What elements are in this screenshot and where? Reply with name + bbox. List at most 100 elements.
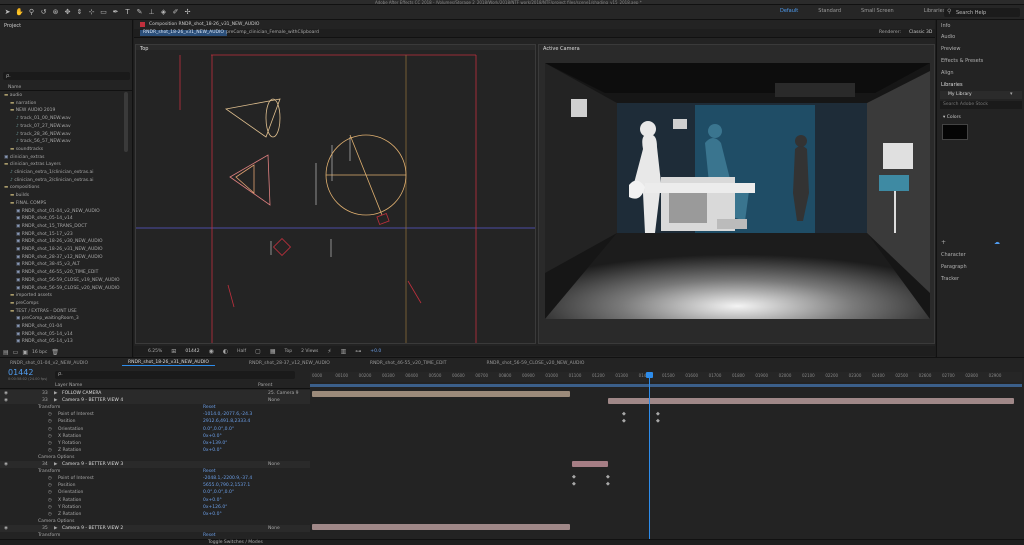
property-value[interactable]: 0x+0.0°	[203, 511, 222, 518]
resolution-dropdown[interactable]: Half	[237, 349, 246, 354]
visibility-eye-icon[interactable]: ◉	[4, 397, 8, 404]
property-value[interactable]: 0x+0.0°	[203, 447, 222, 454]
keyframe-icon[interactable]: ◆	[656, 418, 660, 424]
current-time-indicator[interactable]	[649, 372, 650, 540]
workspace-standard[interactable]: Standard	[818, 8, 841, 14]
visibility-eye-icon[interactable]: ◉	[4, 525, 8, 532]
layer-name[interactable]: Camera 9 - BETTER VIEW 3	[62, 461, 123, 468]
parent-dropdown[interactable]: 25. Camera 9	[268, 390, 299, 397]
project-item[interactable]: ▣ RNDR_shot_05-14_v14	[0, 331, 73, 338]
project-item[interactable]: ▣ RNDR_shot_01-04	[0, 323, 62, 330]
keyframe-icon[interactable]: ◆	[606, 474, 610, 480]
project-item[interactable]: ♪ track_56_57_NEW.wav	[0, 138, 71, 145]
playhead-handle[interactable]	[646, 372, 653, 378]
stopwatch-icon[interactable]: ◷	[48, 511, 52, 518]
safe-zones-icon[interactable]: ⊞	[171, 348, 176, 355]
renderer-value[interactable]: Classic 3D	[909, 30, 932, 36]
property-value[interactable]: 0.0°,0.0°,0.0°	[203, 426, 234, 433]
project-item[interactable]: ▣ RNDR_shot_56-59_CLOSE_v20_NEW_AUDIO	[0, 285, 120, 292]
zoom-tool-icon[interactable]: ⚲	[27, 8, 36, 17]
property-row[interactable]: X Rotation ◷ 0x+0.0°	[0, 497, 310, 504]
transparency-grid-icon[interactable]: ▦	[270, 348, 276, 355]
layer-name[interactable]: FOLLOW CAMERA	[62, 390, 101, 397]
views-layout-dropdown[interactable]: 2 Views	[301, 349, 318, 354]
region-of-interest-icon[interactable]: ▢	[255, 348, 261, 355]
keyframe-icon[interactable]: ◆	[622, 418, 626, 424]
project-item[interactable]: ▣ RNDR_shot_18-26_v31_NEW_AUDIO	[0, 246, 103, 253]
project-item[interactable]: ♪ track_07_27_NEW.wav	[0, 123, 71, 130]
stopwatch-icon[interactable]: ◷	[48, 440, 52, 447]
property-value[interactable]: 0.0°,0.0°,0.0°	[203, 489, 234, 496]
layer-name-header[interactable]: Layer Name	[55, 383, 82, 388]
property-row[interactable]: Point of Interest ◷ -1014.0,-2077.6,-24.3	[0, 411, 310, 418]
property-value[interactable]: 0x+0.0°	[203, 433, 222, 440]
3d-view-dropdown[interactable]: Top	[284, 349, 292, 354]
parent-dropdown[interactable]: None	[268, 397, 280, 404]
project-item[interactable]: ▣ RNDR_shot_15_TRANS_DOCT	[0, 223, 87, 230]
workspace-default[interactable]: Default	[780, 8, 798, 14]
layer-name[interactable]: Camera 9 - BETTER VIEW 2	[62, 525, 123, 532]
property-row[interactable]: Orientation ◷ 0.0°,0.0°,0.0°	[0, 489, 310, 496]
viewer-timecode[interactable]: 01442	[185, 349, 199, 354]
audio-panel-tab[interactable]: Audio	[941, 34, 955, 40]
new-folder-icon[interactable]: ▭	[13, 349, 19, 356]
property-row[interactable]: Position ◷ 5655.0,790.2,1537.1	[0, 482, 310, 489]
workspace-libraries[interactable]: Libraries	[924, 8, 946, 14]
keyframe-icon[interactable]: ◆	[622, 411, 626, 417]
new-comp-icon[interactable]: ▣	[22, 349, 28, 356]
paragraph-panel-tab[interactable]: Paragraph	[941, 264, 967, 270]
top-view-viewport[interactable]: Top	[135, 44, 536, 344]
interpret-footage-icon[interactable]: ▤	[3, 349, 9, 356]
zoom-level[interactable]: 6.25%	[148, 349, 162, 354]
stopwatch-icon[interactable]: ◷	[48, 433, 52, 440]
project-item[interactable]: ▣ preComp_waitingRoom_3	[0, 315, 79, 322]
property-value[interactable]: -2048.1,-2200.9,-37.4	[203, 475, 252, 482]
property-row[interactable]: Z Rotation ◷ 0x+0.0°	[0, 511, 310, 518]
project-item[interactable]: ▬ FINAL COMPS	[0, 200, 46, 207]
property-value[interactable]: 5655.0,790.2,1537.1	[203, 482, 250, 489]
hand-tool-icon[interactable]: ✋	[15, 8, 24, 17]
layer-row[interactable]: ◉ 33 ▶ Camera 9 - BETTER VIEW 4 None	[0, 397, 310, 405]
property-row[interactable]: Transform Reset	[0, 532, 310, 539]
property-value[interactable]: Reset	[203, 532, 216, 539]
project-list-header[interactable]: Name	[0, 83, 133, 91]
layer-bar-camera-view2[interactable]	[312, 524, 570, 530]
active-camera-viewport[interactable]: Active Camera	[538, 44, 935, 344]
preview-panel-tab[interactable]: Preview	[941, 46, 960, 52]
bpc-label[interactable]: 16 bpc	[32, 350, 47, 355]
project-panel-title[interactable]: Project	[4, 23, 21, 29]
brush-tool-icon[interactable]: ✎	[135, 8, 144, 17]
timeline-tab[interactable]: RNDR_shot_01-04_v2_NEW_AUDIO	[4, 361, 94, 366]
project-item[interactable]: ▬ preComps	[0, 300, 39, 307]
project-item[interactable]: ▬ compositions	[0, 184, 39, 191]
property-row[interactable]: Point of Interest ◷ -2048.1,-2200.9,-37.4	[0, 475, 310, 482]
timeline-tab[interactable]: RNDR_shot_28-37_v12_NEW_AUDIO	[243, 361, 336, 366]
stopwatch-icon[interactable]: ◷	[48, 497, 52, 504]
project-item[interactable]: ▣ RNDR_shot_46-55_v20_TIME_EDIT	[0, 269, 98, 276]
project-item[interactable]: ▬ imported assets	[0, 292, 52, 299]
project-item[interactable]: ▬ soundtracks	[0, 146, 43, 153]
stopwatch-icon[interactable]: ◷	[48, 489, 52, 496]
fast-previews-icon[interactable]: ⚡	[327, 348, 331, 355]
property-value[interactable]: 2912.6,491.8,2333.4	[203, 418, 250, 425]
keyframe-icon[interactable]: ◆	[606, 481, 610, 487]
project-item[interactable]: ▬ NEW AUDIO 2019	[0, 107, 55, 114]
align-panel-tab[interactable]: Align	[941, 70, 954, 76]
exposure-value[interactable]: +0.0	[370, 349, 381, 354]
project-item[interactable]: ▣ RNDR_shot_18-26_v30_NEW_AUDIO	[0, 238, 103, 245]
project-item[interactable]: ▬ TEST / EXTRAS - DONT USE	[0, 308, 77, 315]
parent-header[interactable]: Parent	[258, 383, 272, 388]
cloud-sync-icon[interactable]: ☁	[994, 239, 1000, 246]
keyframe-icon[interactable]: ◆	[572, 481, 576, 487]
property-row[interactable]: Orientation ◷ 0.0°,0.0°,0.0°	[0, 426, 310, 433]
property-row[interactable]: Y Rotation ◷ 0x+139.0°	[0, 440, 310, 447]
roto-brush-icon[interactable]: ✐	[171, 8, 180, 17]
clone-stamp-icon[interactable]: ⊥	[147, 8, 156, 17]
composition-panel-tab[interactable]: Composition RNDR_shot_18-26_v31_NEW_AUDI…	[140, 21, 259, 28]
workspace-small-screen[interactable]: Small Screen	[861, 8, 894, 14]
toggle-switches-modes-button[interactable]: Toggle Switches / Modes	[208, 540, 263, 545]
effects-presets-panel-tab[interactable]: Effects & Presets	[941, 58, 983, 64]
timeline-timecode[interactable]: 01442	[8, 368, 33, 377]
pen-tool-icon[interactable]: ✒	[111, 8, 120, 17]
parent-dropdown[interactable]: None	[268, 461, 280, 468]
